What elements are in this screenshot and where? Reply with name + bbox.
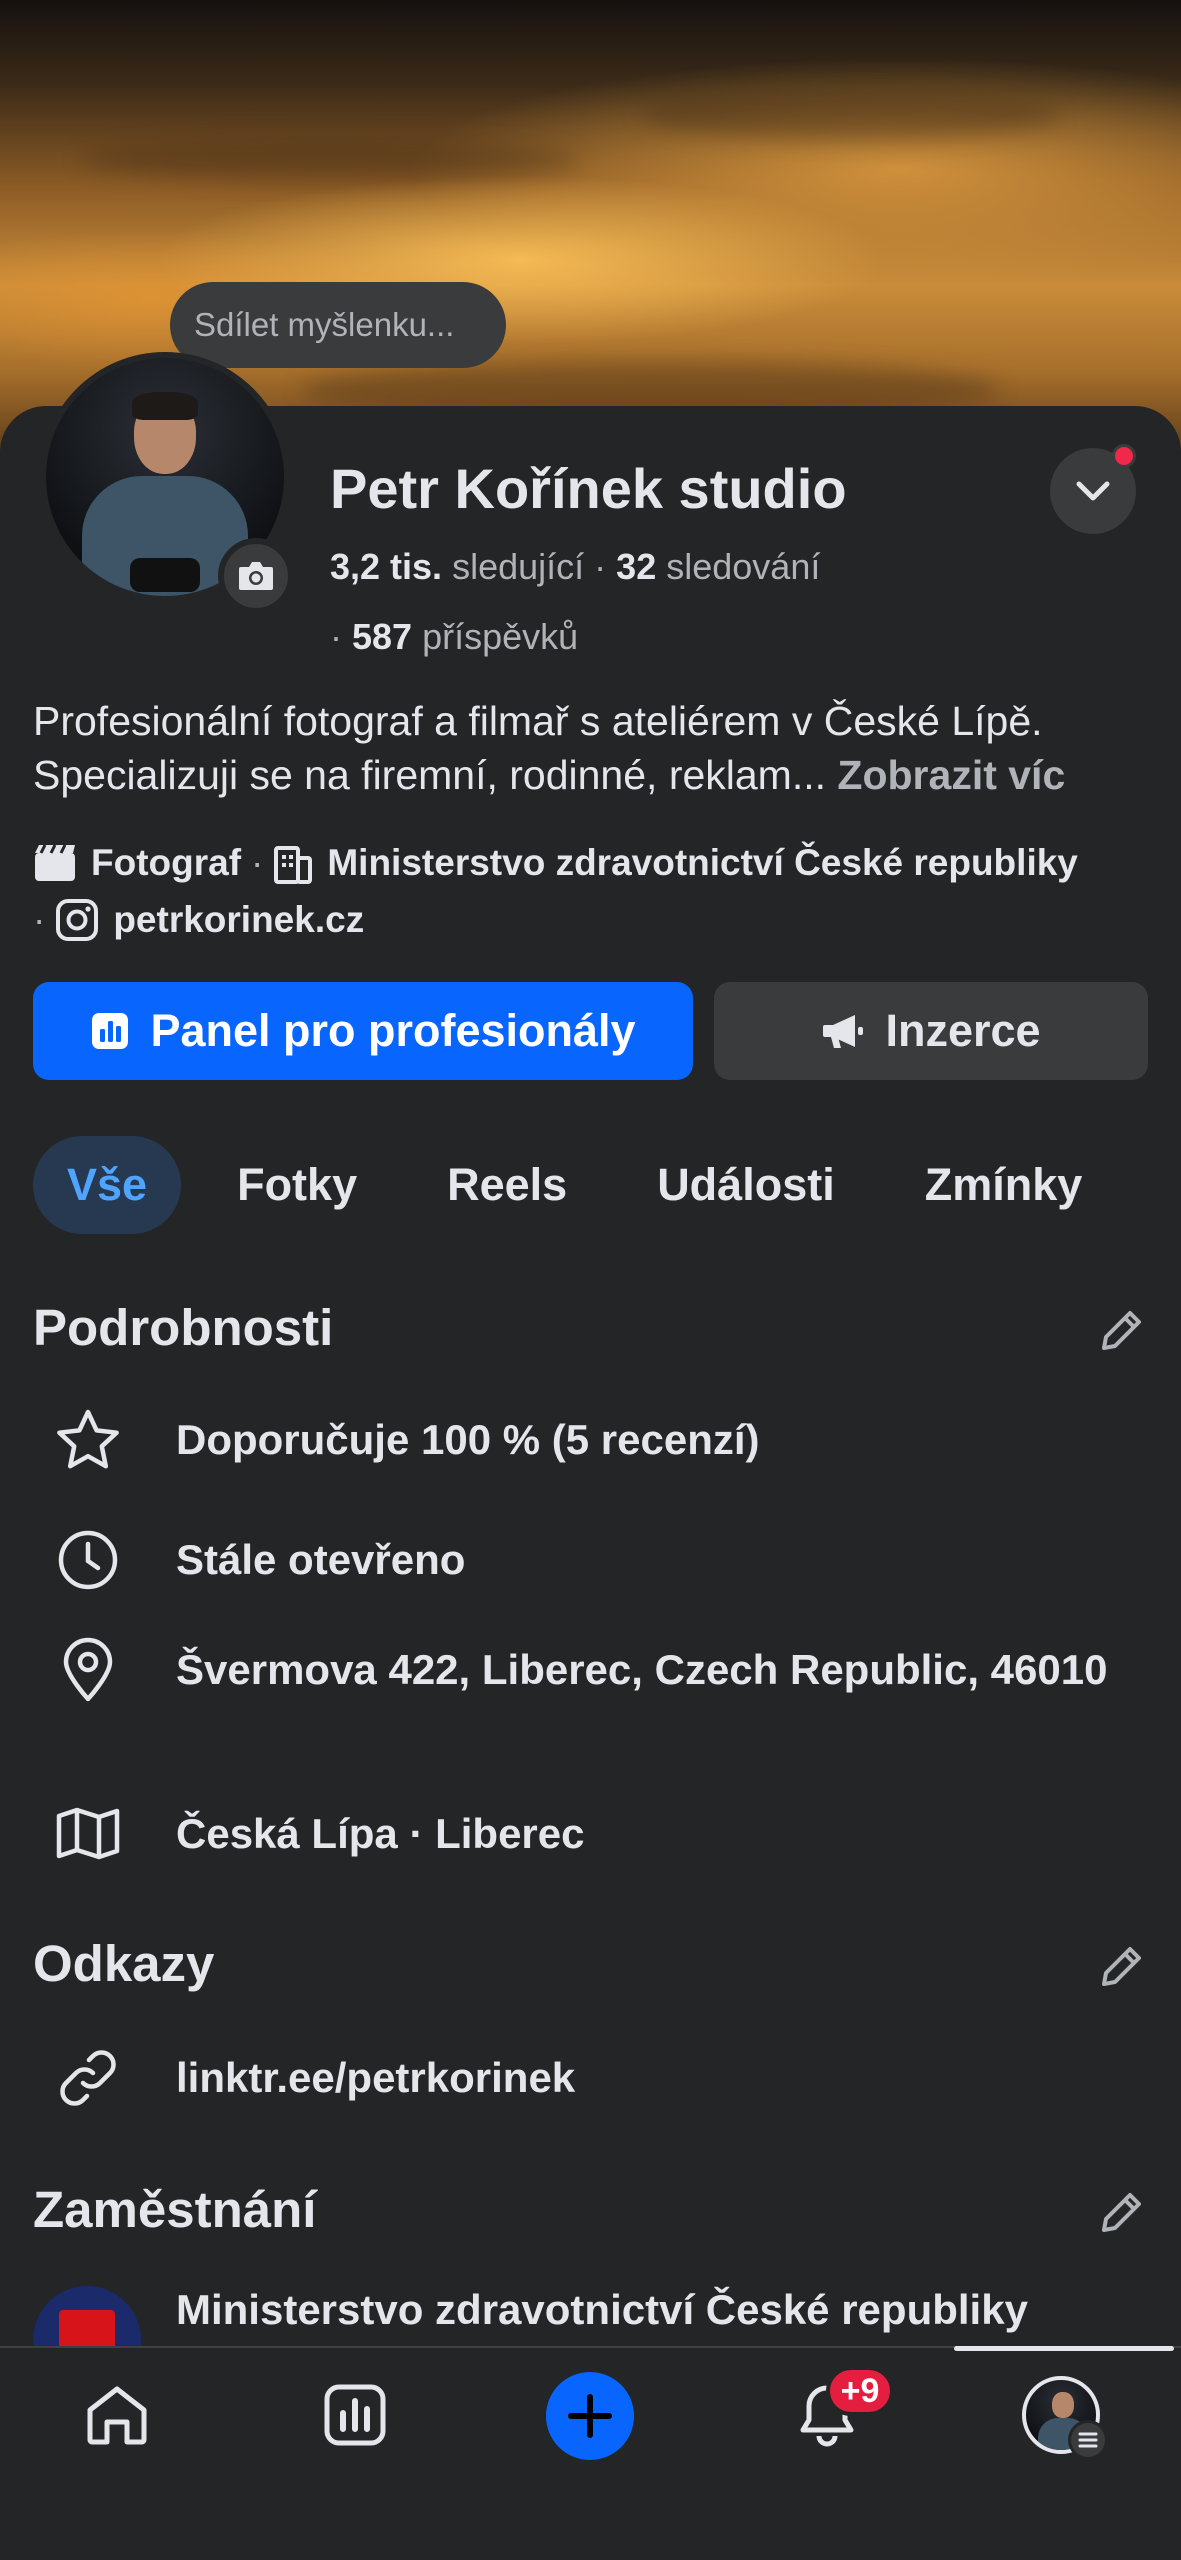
edit-details-pencil-icon[interactable] — [1094, 1302, 1150, 1358]
professional-dashboard-button[interactable]: Panel pro profesionály — [33, 982, 693, 1080]
change-photo-button[interactable] — [218, 538, 294, 614]
profile-tabs: Vše Fotky Reels Události Zmínky — [33, 1136, 1116, 1234]
building-icon — [274, 846, 313, 884]
employment-title: Zaměstnání — [33, 2181, 317, 2238]
home-icon — [87, 2386, 147, 2445]
details-title: Podrobnosti — [33, 1299, 334, 1356]
dashboard-icon — [92, 1013, 129, 1049]
links-title: Odkazy — [33, 1935, 215, 1992]
posts-count: 587 — [352, 616, 413, 657]
page-title: Petr Kořínek studio — [330, 457, 847, 520]
recommendation-text: Doporučuje 100 % (5 recenzí) — [176, 1416, 760, 1463]
posts-stats: · 587 příspěvků — [330, 616, 579, 657]
edit-links-pencil-icon[interactable] — [1094, 1938, 1150, 1994]
workplace-link[interactable]: Ministerstvo zdravotnictví České republi… — [327, 842, 1078, 884]
details-item-service-area: Česká Lípa · Liberec — [50, 1796, 1160, 1872]
link-icon — [60, 2050, 116, 2106]
hours-text: Stále otevřeno — [176, 1536, 466, 1583]
nav-create-button[interactable] — [546, 2372, 634, 2460]
advertise-button[interactable]: Inzerce — [714, 982, 1148, 1080]
chevron-down-icon — [1076, 481, 1110, 501]
category-label: Fotograf — [91, 842, 242, 883]
nav-dashboard[interactable] — [312, 2372, 398, 2458]
active-indicator — [954, 2346, 1174, 2351]
employment-item[interactable]: Ministerstvo zdravotnictví České republi… — [176, 2276, 1181, 2336]
details-item-recommendation[interactable]: Doporučuje 100 % (5 recenzí) — [50, 1402, 1160, 1478]
tab-mentions[interactable]: Zmínky — [891, 1136, 1117, 1234]
following-label: sledování — [666, 546, 821, 587]
camera-icon — [239, 562, 273, 590]
location-pin-icon — [63, 1637, 113, 1702]
clapperboard-icon — [35, 844, 75, 881]
share-thought-bubble[interactable]: Sdílet myšlenku... — [170, 282, 506, 368]
menu-icon — [1068, 2420, 1108, 2460]
tab-all[interactable]: Vše — [33, 1136, 182, 1234]
links-item[interactable]: linktr.ee/petrkorinek — [50, 2040, 1160, 2116]
nav-home[interactable] — [74, 2372, 160, 2458]
bio: Profesionální fotograf a filmař s atelié… — [33, 694, 1163, 802]
follower-stats[interactable]: 3,2 tis. sledující · 32 sledování — [330, 546, 820, 588]
following-count: 32 — [616, 546, 657, 587]
advertise-label: Inzerce — [885, 1005, 1041, 1056]
website-link[interactable]: petrkorinek.cz — [113, 899, 364, 941]
address-text: Švermova 422, Liberec, Czech Republic, 4… — [176, 1646, 1108, 1693]
service-area-text: Česká Lípa · Liberec — [176, 1810, 585, 1857]
profile-meta-line: Fotograf · Ministerstvo zdravotnictví Če… — [33, 842, 1163, 884]
notifications-badge: +9 — [826, 2366, 894, 2416]
followers-label: sledující — [452, 546, 585, 587]
link-text: linktr.ee/petrkorinek — [176, 2054, 576, 2101]
share-thought-text: Sdílet myšlenku... — [194, 306, 455, 343]
instagram-icon — [56, 899, 99, 941]
details-item-address[interactable]: Švermova 422, Liberec, Czech Republic, 4… — [50, 1632, 1160, 1708]
details-item-hours: Stále otevřeno — [50, 1522, 1160, 1598]
clock-icon — [58, 1530, 118, 1590]
see-more-link[interactable]: Zobrazit víc — [837, 752, 1065, 798]
notification-dot — [1112, 444, 1136, 468]
megaphone-icon — [823, 1015, 864, 1048]
map-icon — [56, 1807, 120, 1860]
plus-icon — [568, 2394, 612, 2438]
tab-photos[interactable]: Fotky — [203, 1136, 391, 1234]
followers-count: 3,2 tis. — [330, 546, 443, 587]
professional-dashboard-label: Panel pro profesionály — [150, 1005, 636, 1056]
star-icon — [57, 1409, 119, 1469]
posts-label: příspěvků — [422, 616, 579, 657]
insights-icon — [324, 2384, 386, 2446]
employment-text: Ministerstvo zdravotnictví České republi… — [176, 2286, 1028, 2333]
tab-reels[interactable]: Reels — [413, 1136, 601, 1234]
tab-events[interactable]: Události — [623, 1136, 869, 1234]
profile-meta-line-2: · petrkorinek.cz — [33, 899, 365, 941]
edit-employment-pencil-icon[interactable] — [1094, 2184, 1150, 2240]
